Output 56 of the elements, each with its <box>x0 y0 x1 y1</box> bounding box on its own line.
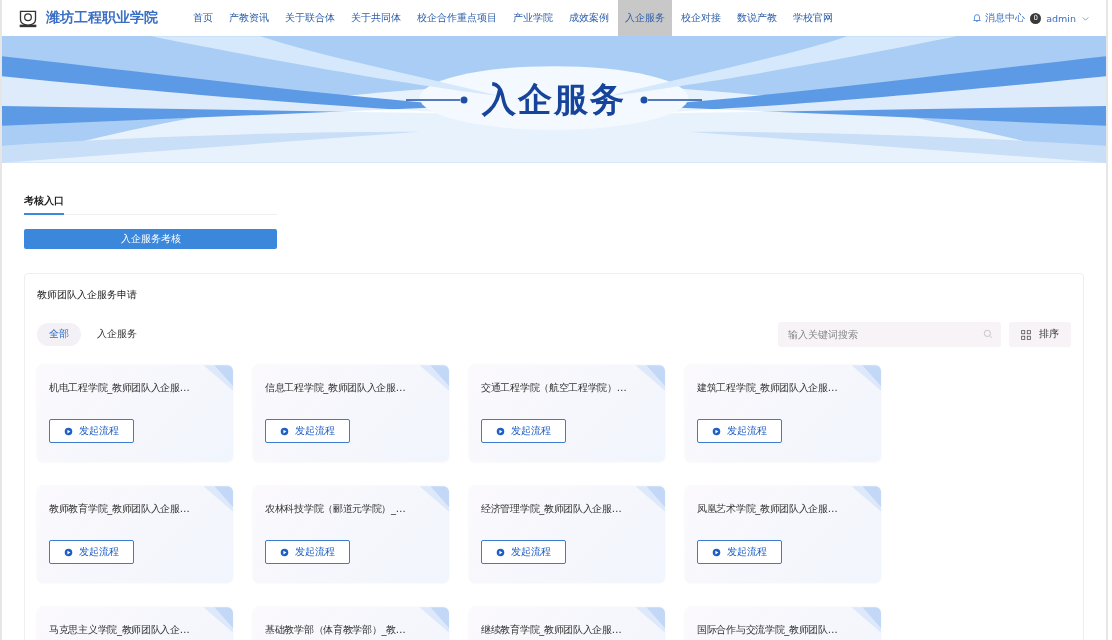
card-title: 信息工程学院_教师团队入企服… <box>265 381 407 395</box>
title-ornament-icon <box>406 94 468 105</box>
start-process-button[interactable]: 发起流程 <box>481 540 566 564</box>
grid-icon <box>1021 329 1031 340</box>
title-ornament-icon <box>640 94 702 105</box>
sort-button[interactable]: 排序 <box>1009 322 1071 347</box>
play-icon <box>64 547 73 557</box>
search-field[interactable]: 输入关键词搜索 <box>778 322 1001 347</box>
nav-tab[interactable]: 关于共同体 <box>344 0 408 36</box>
nav-tab[interactable]: 产教资讯 <box>222 0 276 36</box>
start-process-button[interactable]: 发起流程 <box>697 540 782 564</box>
nav-tab[interactable]: 首页 <box>186 0 220 36</box>
card-title: 基础教学部（体育教学部）_教… <box>265 623 407 637</box>
play-icon <box>496 547 505 557</box>
start-process-button[interactable]: 发起流程 <box>265 540 350 564</box>
nav-tab[interactable]: 数说产教 <box>730 0 784 36</box>
start-process-button[interactable]: 发起流程 <box>481 419 566 443</box>
play-icon <box>496 426 505 436</box>
school-emblem-icon <box>18 8 38 28</box>
user-menu[interactable]: admin <box>1046 12 1090 24</box>
nav-tab[interactable]: 成效案例 <box>562 0 616 36</box>
nav-tab[interactable]: 产业学院 <box>506 0 560 36</box>
card-title: 凤凰艺术学院_教师团队入企服… <box>697 502 839 516</box>
card-title: 建筑工程学院_教师团队入企服… <box>697 381 839 395</box>
panel-title: 教师团队入企服务申请 <box>37 288 138 302</box>
play-icon <box>712 547 721 557</box>
play-icon <box>64 426 73 436</box>
banner-title: 入企服务 <box>482 77 626 121</box>
nav-tab[interactable]: 入企服务 <box>618 0 672 36</box>
filter-tab[interactable]: 全部 <box>37 323 81 346</box>
nav-tab[interactable]: 关于联合体 <box>278 0 342 36</box>
school-name: 潍坊工程职业学院 <box>46 9 158 27</box>
nav-tab[interactable]: 校企合作重点项目 <box>410 0 504 36</box>
card-title: 农林科技学院（郦道元学院）_… <box>265 502 407 516</box>
card-title: 经济管理学院_教师团队入企服… <box>481 502 623 516</box>
nav-tab[interactable]: 学校官网 <box>786 0 840 36</box>
card-title: 机电工程学院_教师团队入企服… <box>49 381 191 395</box>
card-title: 教师教育学院_教师团队入企服… <box>49 502 191 516</box>
start-process-button[interactable]: 发起流程 <box>49 540 134 564</box>
card-title: 交通工程学院（航空工程学院）… <box>481 381 628 395</box>
card-title: 继续教育学院_教师团队入企服… <box>481 623 623 637</box>
start-process-button[interactable]: 发起流程 <box>49 419 134 443</box>
bell-icon <box>972 13 983 23</box>
play-icon <box>712 426 721 436</box>
search-icon <box>983 329 993 339</box>
play-icon <box>280 426 289 436</box>
nav-tab[interactable]: 校企对接 <box>674 0 728 36</box>
message-center-link[interactable]: 消息中心 <box>972 11 1026 25</box>
start-process-button[interactable]: 发起流程 <box>697 419 782 443</box>
review-button[interactable]: 入企服务考核 <box>24 229 277 249</box>
card-title: 国际合作与交流学院_教师团队… <box>697 623 839 637</box>
filter-tab[interactable]: 入企服务 <box>85 323 149 346</box>
start-process-button[interactable]: 发起流程 <box>265 419 350 443</box>
section-tab[interactable]: 考核入口 <box>24 195 64 215</box>
play-icon <box>280 547 289 557</box>
card-title: 马克思主义学院_教师团队入企… <box>49 623 191 637</box>
